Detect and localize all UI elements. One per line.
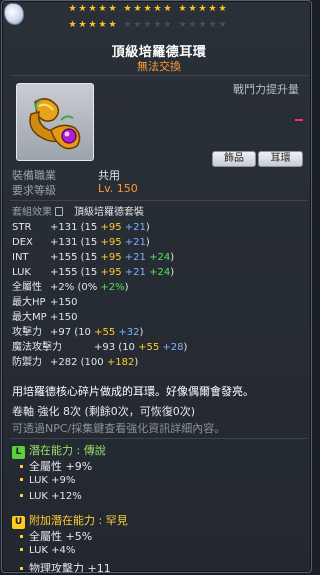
upgrade-hint: 可透過NPC/採集鍵查看強化資訊詳細內容。 (12, 422, 226, 435)
bullet-icon (20, 548, 23, 551)
potential-title: 潛在能力 : 傳說 (29, 444, 106, 457)
star-group: ★ ★ ★ ★ ★ (68, 5, 117, 15)
combat-power-indicator (295, 119, 303, 121)
star-force-row-1: ★ ★ ★ ★ ★ ★ ★ ★ ★ ★ ★ ★ ★ ★ ★ (68, 5, 227, 15)
stat-row-dex: DEX +131 (15 +95 +21) (12, 237, 150, 248)
bonus-potential-line: LUK +4% (20, 545, 75, 556)
star-icon: ★ (78, 4, 87, 14)
job-requirement: 裝備職業 共用 (12, 167, 120, 183)
set-effect-label: 套組效果 (12, 205, 63, 220)
star-group: ★ ★ ★ ★ ★ (178, 21, 227, 31)
stat-row-str: STR +131 (15 +95 +21) (12, 222, 150, 233)
star-group: ★ ★ ★ ★ ★ (123, 21, 172, 31)
divider (10, 200, 308, 201)
bonus-potential-title: 附加潛在能力 : 罕見 (29, 514, 128, 527)
star-icon: ★ (153, 20, 162, 30)
bullet-icon (20, 478, 23, 481)
earring-icon (29, 98, 81, 150)
cursor-glove-icon (4, 3, 24, 25)
bullet-icon (20, 465, 23, 468)
potential-line: LUK +12% (20, 491, 82, 502)
star-icon: ★ (133, 4, 142, 14)
bonus-potential-line: 物理攻擊力 +11 (20, 560, 111, 572)
star-icon: ★ (133, 20, 142, 30)
combat-power-label: 戰鬥力提升量 (233, 83, 299, 96)
stat-row-attack: 攻擊力 +97 (10 +55 +32) (12, 327, 144, 338)
item-tooltip: ★ ★ ★ ★ ★ ★ ★ ★ ★ ★ ★ ★ ★ ★ ★ ★ ★ ★ ★ ★ ★ ★ ★ ★ ★ ★ ★ ★ ★ ★ 頂級培羅德耳環 … (1, 0, 312, 573)
star-icon: ★ (198, 4, 207, 14)
potential-line: 全屬性 +9% (20, 458, 92, 474)
star-icon: ★ (218, 4, 227, 14)
star-icon: ★ (123, 4, 132, 14)
star-icon: ★ (78, 20, 87, 30)
divider (10, 438, 308, 439)
star-icon: ★ (108, 4, 117, 14)
star-icon: ★ (123, 20, 132, 30)
star-icon: ★ (108, 20, 117, 30)
potential-line: LUK +9% (20, 475, 75, 486)
star-icon: ★ (98, 20, 107, 30)
star-icon: ★ (153, 4, 162, 14)
star-icon: ★ (163, 4, 172, 14)
star-icon: ★ (198, 20, 207, 30)
star-icon: ★ (188, 20, 197, 30)
scroll-upgrade-info: 卷軸 強化 8次 (剩餘0次，可恢復0次) (12, 405, 196, 418)
star-icon: ★ (188, 4, 197, 14)
stat-row-int: INT +155 (15 +95 +21 +24) (12, 252, 175, 263)
bullet-icon (20, 535, 23, 538)
stat-row-allstat: 全屬性 +2% (0% +2%) (12, 282, 129, 293)
item-icon-frame (16, 83, 94, 161)
star-icon: ★ (163, 20, 172, 30)
trade-status: 無法交換 (137, 60, 181, 73)
category-earring-tag: 耳環 (258, 151, 303, 167)
stat-row-luk: LUK +155 (15 +95 +21 +24) (12, 267, 175, 278)
bullet-icon (20, 567, 23, 570)
star-icon: ★ (208, 4, 217, 14)
star-icon: ★ (178, 4, 187, 14)
lock-icon (55, 207, 63, 216)
stat-row-magic-attack: 魔法攻擊力 +93 (10 +55 +28) (12, 342, 188, 353)
star-icon: ★ (143, 4, 152, 14)
star-icon: ★ (178, 20, 187, 30)
star-icon: ★ (143, 20, 152, 30)
level-value: Lv. 150 (98, 182, 138, 195)
set-name[interactable]: 頂級培羅德套裝 (74, 205, 144, 220)
star-icon: ★ (88, 20, 97, 30)
star-force-row-2: ★ ★ ★ ★ ★ ★ ★ ★ ★ ★ ★ ★ ★ ★ ★ (68, 21, 227, 31)
item-description: 用培羅德核心碎片做成的耳環。好像偶爾會發亮。 (12, 385, 254, 398)
star-icon: ★ (68, 4, 77, 14)
level-label: 要求等級 (12, 184, 56, 197)
bullet-icon (20, 494, 23, 497)
star-icon: ★ (98, 4, 107, 14)
star-group: ★ ★ ★ ★ ★ (178, 5, 227, 15)
job-value: 共用 (98, 169, 120, 182)
star-icon: ★ (208, 20, 217, 30)
bonus-potential-header: U 附加潛在能力 : 罕見 (12, 512, 128, 529)
star-icon: ★ (88, 4, 97, 14)
potential-header: L 潛在能力 : 傳說 (12, 442, 106, 459)
bonus-potential-line: 全屬性 +5% (20, 528, 92, 544)
job-label: 裝備職業 (12, 169, 56, 182)
star-group: ★ ★ ★ ★ ★ (123, 5, 172, 15)
divider (10, 75, 308, 76)
stat-row-maxmp: 最大MP +150 (12, 312, 78, 323)
level-requirement: 要求等級 Lv. 150 (12, 182, 138, 198)
set-effect-row: 套組效果 頂級培羅德套裝 (12, 205, 307, 220)
stat-row-defense: 防禦力 +282 (100 +182) (12, 357, 139, 368)
stats-block: 套組效果 頂級培羅德套裝 STR +131 (15 +95 +21) DEX +131… (12, 205, 307, 370)
star-group: ★ ★ ★ ★ ★ (68, 21, 117, 31)
star-icon: ★ (218, 20, 227, 30)
category-accessory-tag: 飾品 (212, 151, 256, 167)
star-icon: ★ (68, 20, 77, 30)
stat-row-maxhp: 最大HP +150 (12, 297, 78, 308)
